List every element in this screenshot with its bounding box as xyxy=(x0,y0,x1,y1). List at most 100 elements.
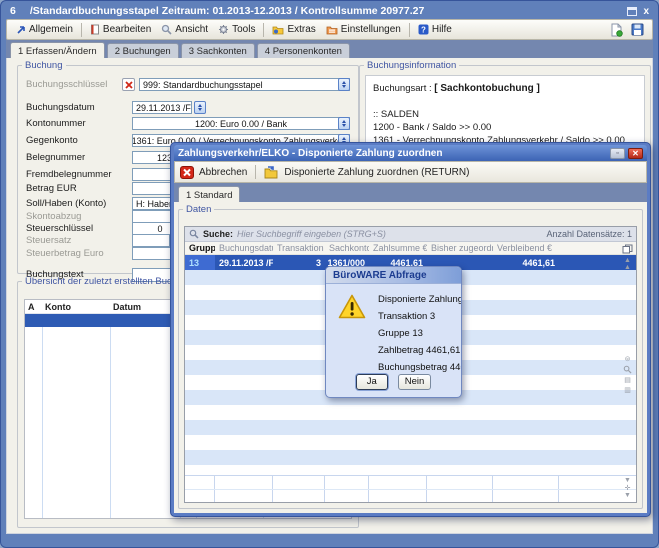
betrag-eur-label: Betrag EUR xyxy=(26,183,77,194)
table-header-row: Gruppe Buchungsdatum Transaktion Sachkon… xyxy=(185,242,636,255)
table-side-scrollbar[interactable]: ▲ ▲ ⊜ ▤ ▥ ▼ ✛ ▼ xyxy=(620,243,635,501)
tab-erfassen-aendern[interactable]: 1 Erfassen/Ändern xyxy=(10,42,105,58)
dialog-title: Zahlungsverkehr/ELKO - Disponierte Zahlu… xyxy=(178,148,442,159)
tab-buchungen[interactable]: 2 Buchungen xyxy=(107,43,179,58)
msg-line-4: Zahlbetrag 4461,61 € xyxy=(378,342,462,359)
toolbar-separator xyxy=(255,165,256,179)
menu-ansicht[interactable]: Ansicht xyxy=(156,22,213,37)
list-icon[interactable]: ▤ xyxy=(624,376,631,384)
col-bisher-zugeordnet[interactable]: Bisher zugeordnet xyxy=(427,243,493,253)
buchungsdatum-label: Buchungsdatum xyxy=(26,102,95,113)
buchungsschluessel-spinner[interactable] xyxy=(338,78,350,91)
menu-extras[interactable]: Extras xyxy=(267,22,320,37)
steuersatz-field[interactable] xyxy=(132,234,170,247)
save-icon[interactable] xyxy=(631,23,644,36)
scroll-plus-icon[interactable]: ✛ xyxy=(625,484,631,492)
soll-haben-label: Soll/Haben (Konto) xyxy=(26,198,106,209)
belegnummer-label: Belegnummer xyxy=(26,152,85,163)
record-count: Anzahl Datensätze: 1 xyxy=(546,229,632,239)
col-transaktion[interactable]: Transaktion xyxy=(273,243,325,253)
col-a: A xyxy=(25,302,42,312)
yes-button[interactable]: Ja xyxy=(356,374,388,390)
dialog-tabbar: 1 Standard xyxy=(174,183,647,202)
steuersatz-label: Steuersatz xyxy=(26,235,71,246)
help-icon: ? xyxy=(418,24,429,35)
buchung-group-title: Buchung xyxy=(22,60,66,71)
menu-separator xyxy=(81,23,82,37)
restore-icon[interactable] xyxy=(627,7,637,16)
scroll-top-icon[interactable]: ▲ xyxy=(624,257,631,264)
new-document-icon[interactable] xyxy=(610,23,623,37)
close-icon[interactable]: x xyxy=(643,7,649,16)
copy-icon[interactable] xyxy=(622,244,633,254)
dialog-titlebar: Zahlungsverkehr/ELKO - Disponierte Zahlu… xyxy=(174,145,647,161)
magnifier-icon xyxy=(161,24,172,35)
zoom-row-icon[interactable] xyxy=(623,365,632,374)
menu-separator xyxy=(409,23,410,37)
msg-line-2: Transaktion 3 xyxy=(378,308,462,325)
menu-hilfe[interactable]: ? Hilfe xyxy=(413,22,457,37)
steuerschluessel-label: Steuerschlüssel xyxy=(26,223,93,234)
attach-icon[interactable]: ⊜ xyxy=(625,355,631,363)
scroll-up-icon[interactable]: ▲ xyxy=(624,264,631,271)
cell-buchungsdatum: 29.11.2013 /Fr xyxy=(215,258,273,268)
menu-allgemein[interactable]: Allgemein xyxy=(11,22,78,37)
search-bar[interactable]: Suche: Hier Suchbegriff eingeben (STRG+S… xyxy=(185,227,636,242)
kontonummer-spinner[interactable] xyxy=(338,117,350,130)
col-zahlsumme[interactable]: Zahlsumme € xyxy=(369,243,427,253)
daten-group-title: Daten xyxy=(183,204,214,215)
chart-icon[interactable]: ▥ xyxy=(624,386,631,394)
fremdbelegnummer-label: Fremdbelegnummer xyxy=(26,169,112,180)
kontonummer-label: Kontonummer xyxy=(26,118,86,129)
cell-gruppe: 13 xyxy=(185,255,215,270)
saldo-line-1: 1200 - Bank / Saldo >> 0.00 xyxy=(373,121,637,134)
folder-icon xyxy=(272,25,284,35)
salden-header: :: SALDEN xyxy=(373,108,637,121)
assign-icon xyxy=(264,166,279,179)
scroll-down-icon[interactable]: ▼ xyxy=(624,477,631,484)
buchungsart-label: Buchungsart : xyxy=(373,83,432,94)
confirm-msgbox: BüroWARE Abfrage Disponierte Zahlung Tra… xyxy=(325,266,462,398)
cell-verbleibend: 4461,61 xyxy=(493,258,559,268)
main-titlebar: 6 /Standardbuchungsstapel Zeitraum: 01.2… xyxy=(6,3,653,19)
kontonummer-field[interactable]: 1200: Euro 0.00 / Bank xyxy=(132,117,350,130)
dialog-close-icon[interactable]: ✕ xyxy=(628,148,643,159)
dialog-toolbar: Abbrechen Disponierte Zahlung zuordnen (… xyxy=(174,161,647,183)
col-buchungsdatum[interactable]: Buchungsdatum xyxy=(215,243,273,253)
steuerbetrag-euro-label: Steuerbetrag Euro xyxy=(26,248,104,259)
col-verbleibend[interactable]: Verbleibend € xyxy=(493,243,559,253)
tab-sachkonten[interactable]: 3 Sachkonten xyxy=(181,43,255,58)
cancel-button[interactable]: Abbrechen xyxy=(199,167,247,178)
msg-line-1: Disponierte Zahlung xyxy=(378,291,462,308)
col-gruppe[interactable]: Gruppe xyxy=(185,243,215,253)
buchungsdatum-spinner[interactable] xyxy=(194,101,206,114)
svg-text:?: ? xyxy=(421,26,426,35)
cancel-icon xyxy=(180,166,194,179)
settings-folder-icon xyxy=(326,25,338,35)
dialog-tab-standard[interactable]: 1 Standard xyxy=(178,186,240,202)
no-button[interactable]: Nein xyxy=(398,374,432,390)
arrow-ne-icon xyxy=(16,25,26,35)
search-icon xyxy=(189,229,199,239)
dialog-minimize-icon[interactable]: ▫ xyxy=(610,148,625,159)
buchungsinformation-title: Buchungsinformation xyxy=(364,60,459,71)
skontoabzug-label: Skontoabzug xyxy=(26,211,81,222)
msgbox-body: Disponierte Zahlung Transaktion 3 Gruppe… xyxy=(326,284,461,398)
scroll-bottom-icon[interactable]: ▼ xyxy=(624,492,631,499)
menu-bearbeiten[interactable]: Bearbeiten xyxy=(85,22,156,37)
window-number: 6 xyxy=(10,5,16,17)
clear-key-button[interactable] xyxy=(122,78,135,91)
buchungsschluessel-field[interactable]: 999: Standardbuchungsstapel xyxy=(139,78,350,91)
search-input[interactable]: Hier Suchbegriff eingeben (STRG+S) xyxy=(237,229,386,239)
menu-einstellungen[interactable]: Einstellungen xyxy=(321,22,406,37)
buchungsdatum-field[interactable]: 29.11.2013 /Fr xyxy=(132,101,192,114)
menu-tools[interactable]: Tools xyxy=(213,22,260,37)
warning-icon xyxy=(338,294,366,319)
cell-transaktion: 3 xyxy=(273,258,325,268)
tab-personenkonten[interactable]: 4 Personenkonten xyxy=(257,43,350,58)
col-sachkonto[interactable]: Sachkonto xyxy=(325,243,369,253)
assign-button[interactable]: Disponierte Zahlung zuordnen (RETURN) xyxy=(284,167,469,178)
edit-icon xyxy=(90,24,100,35)
table-grid-tail xyxy=(185,475,636,502)
main-menubar: Allgemein Bearbeiten Ansicht Tools Extra… xyxy=(6,19,653,40)
